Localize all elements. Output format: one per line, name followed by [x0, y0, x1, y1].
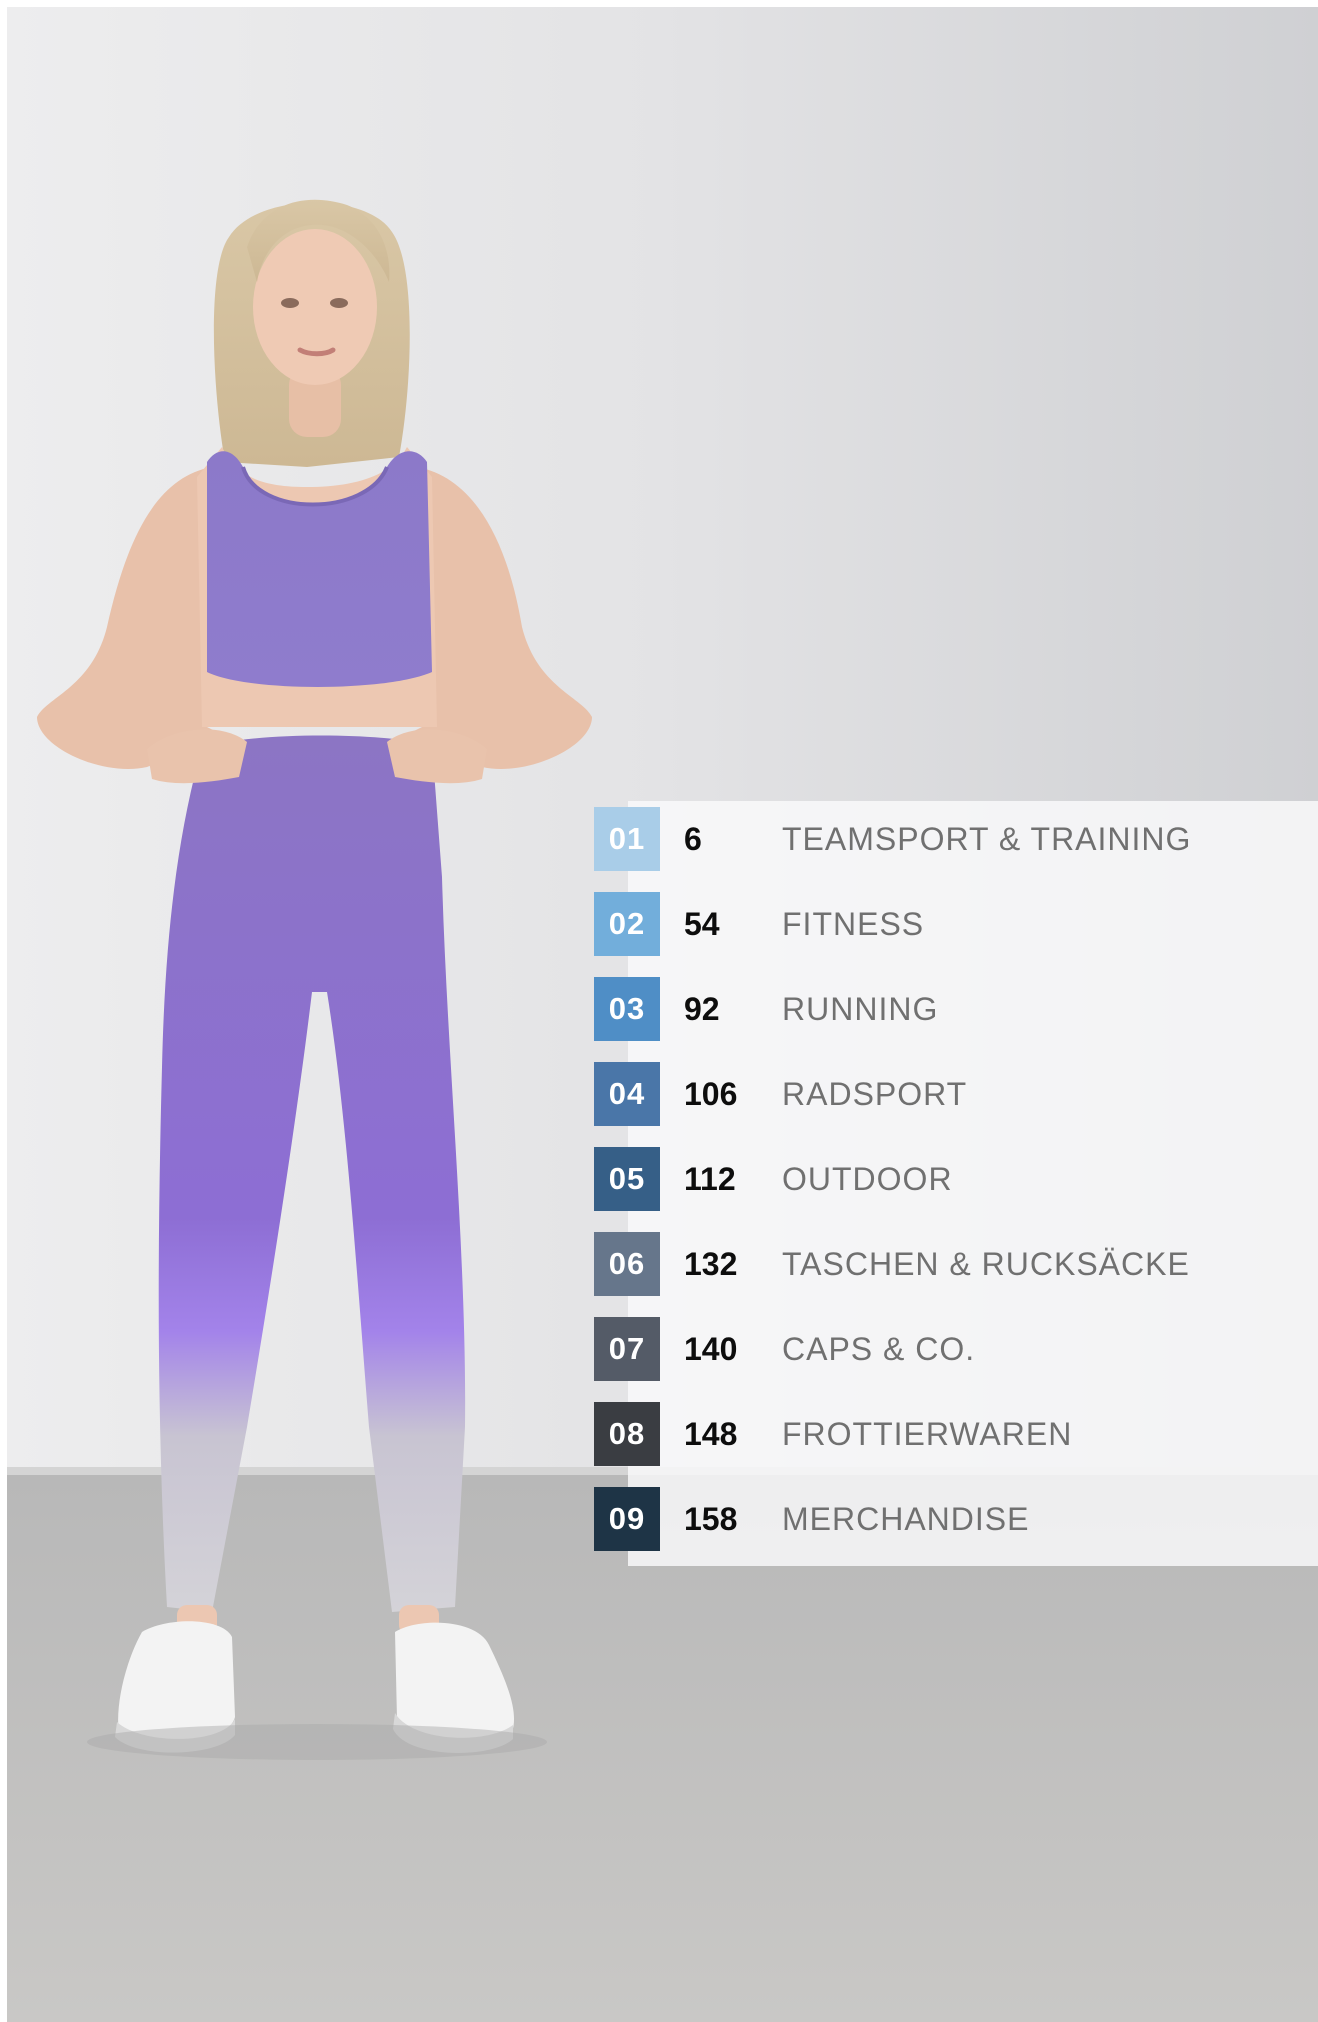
page-number: 106 [684, 1076, 738, 1112]
page-number: 148 [684, 1416, 738, 1452]
page-number: 54 [684, 906, 720, 942]
toc-row[interactable]: 07 140 CAPS & CO. [594, 1317, 1314, 1385]
page-number: 92 [684, 991, 720, 1027]
chapter-title: FITNESS [782, 906, 925, 942]
toc-row[interactable]: 09 158 MERCHANDISE [594, 1487, 1314, 1555]
chapter-number-badge: 06 [594, 1232, 660, 1296]
chapter-number-badge: 05 [594, 1147, 660, 1211]
chapter-number-badge: 08 [594, 1402, 660, 1466]
toc-row[interactable]: 06 132 TASCHEN & RUCKSÄCKE [594, 1232, 1314, 1300]
chapter-number-badge: 09 [594, 1487, 660, 1551]
chapter-title: TEAMSPORT & TRAINING [782, 821, 1192, 857]
page-number: 112 [684, 1161, 736, 1197]
toc-row[interactable]: 05 112 OUTDOOR [594, 1147, 1314, 1215]
chapter-title: FROTTIERWAREN [782, 1416, 1073, 1452]
page-number: 140 [684, 1331, 738, 1367]
toc-row[interactable]: 04 106 RADSPORT [594, 1062, 1314, 1130]
toc-row[interactable]: 01 6 TEAMSPORT & TRAINING [594, 807, 1314, 875]
chapter-title: MERCHANDISE [782, 1501, 1030, 1537]
catalog-page: 01 6 TEAMSPORT & TRAINING 02 54 FITNESS … [7, 7, 1318, 2022]
chapter-title: TASCHEN & RUCKSÄCKE [782, 1246, 1190, 1282]
page-number: 158 [684, 1501, 738, 1537]
chapter-number-badge: 01 [594, 807, 660, 871]
page-number: 6 [684, 821, 702, 857]
toc-row[interactable]: 03 92 RUNNING [594, 977, 1314, 1045]
chapter-number-badge: 04 [594, 1062, 660, 1126]
chapter-number-badge: 02 [594, 892, 660, 956]
chapter-title: CAPS & CO. [782, 1331, 976, 1367]
chapter-title: RUNNING [782, 991, 939, 1027]
page-number: 132 [684, 1246, 738, 1282]
chapter-title: OUTDOOR [782, 1161, 953, 1197]
chapter-number-badge: 03 [594, 977, 660, 1041]
chapter-title: RADSPORT [782, 1076, 968, 1112]
toc-row[interactable]: 08 148 FROTTIERWAREN [594, 1402, 1314, 1470]
chapter-number-badge: 07 [594, 1317, 660, 1381]
toc-row[interactable]: 02 54 FITNESS [594, 892, 1314, 960]
